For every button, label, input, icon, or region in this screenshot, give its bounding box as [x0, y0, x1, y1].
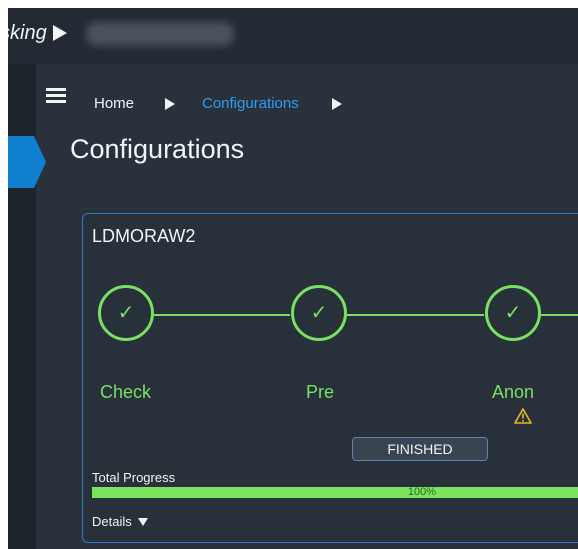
check-icon: ✓: [504, 302, 522, 324]
page-title: Configurations: [70, 134, 245, 164]
breadcrumb-configurations[interactable]: Configurations: [202, 95, 299, 112]
redacted-name: [86, 22, 234, 46]
progress-label: Total Progress: [92, 470, 176, 485]
step-label-check: Check: [100, 382, 152, 402]
step-label-anon: Anon: [491, 382, 535, 402]
app-title: sking: [8, 22, 67, 45]
step-check-circle[interactable]: ✓: [98, 285, 154, 341]
check-icon: ✓: [117, 302, 135, 324]
status-badge: FINISHED: [352, 437, 488, 461]
step-pre-circle[interactable]: ✓: [291, 285, 347, 341]
caret-down-icon: [137, 518, 148, 526]
check-icon: ✓: [310, 302, 328, 324]
step-connector: [154, 314, 290, 316]
details-label: Details: [92, 514, 132, 529]
card-title: LDMORAW2: [92, 226, 196, 246]
app-frame: sking Home Configurations Configurations…: [8, 8, 578, 549]
breadcrumb-home[interactable]: Home: [94, 95, 134, 112]
warning-icon: [514, 408, 532, 424]
triangle-right-icon: [52, 25, 67, 41]
step-anon-circle[interactable]: ✓: [485, 285, 541, 341]
details-toggle[interactable]: Details: [92, 514, 148, 529]
step-connector: [347, 314, 484, 316]
hamburger-menu-icon[interactable]: [46, 88, 66, 104]
top-bar: sking: [8, 8, 578, 65]
progress-text: 100%: [407, 487, 437, 498]
breadcrumb-separator-icon: [165, 98, 175, 110]
step-connector: [541, 314, 578, 316]
app-title-text: sking: [8, 22, 47, 44]
active-nav-tab[interactable]: [8, 136, 46, 188]
step-label-pre: Pre: [305, 382, 334, 402]
breadcrumb-separator-icon: [332, 98, 342, 110]
progress-bar: 100%: [92, 487, 578, 498]
